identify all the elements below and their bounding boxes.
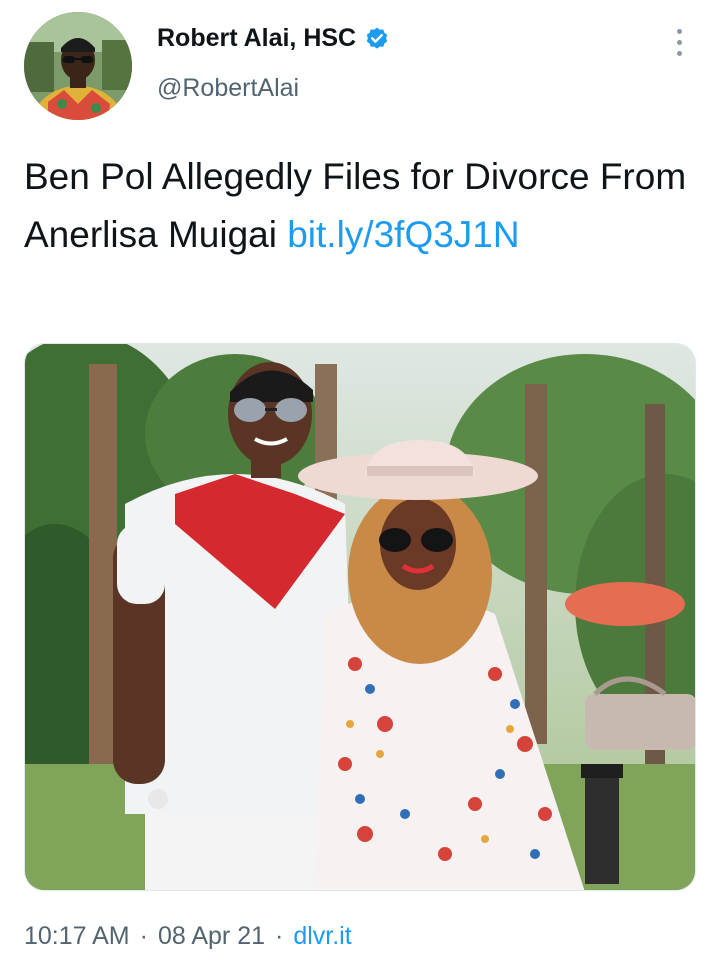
tweet-link[interactable]: bit.ly/​3fQ3J1N: [287, 214, 519, 255]
tweet-text: Ben Pol Allegedly Files for Divorce From…: [24, 148, 704, 264]
dot-icon: [676, 39, 682, 45]
author-avatar[interactable]: [24, 12, 132, 120]
tweet-meta: 10:17 AM · 08 Apr 21 · dlvr.it: [24, 922, 352, 951]
tweet-media[interactable]: [24, 343, 696, 891]
tweet-source[interactable]: dlvr.it: [293, 922, 351, 951]
tweet-header: Robert Alai, HSC @RobertAlai: [0, 0, 720, 130]
dot-icon: [676, 50, 682, 56]
author-name-row: Robert Alai, HSC: [157, 24, 390, 53]
more-options-icon[interactable]: [664, 22, 694, 62]
avatar-photo: [24, 12, 132, 120]
meta-separator: ·: [139, 922, 148, 950]
tweet-photo: [25, 344, 695, 890]
dot-icon: [676, 28, 682, 34]
tweet-date[interactable]: 08 Apr 21: [158, 922, 265, 951]
tweet-time[interactable]: 10:17 AM: [24, 922, 130, 951]
author-handle[interactable]: @RobertAlai: [157, 74, 299, 103]
author-display-name[interactable]: Robert Alai, HSC: [157, 24, 356, 53]
verified-badge-icon: [364, 26, 390, 52]
meta-separator: ·: [275, 922, 284, 950]
